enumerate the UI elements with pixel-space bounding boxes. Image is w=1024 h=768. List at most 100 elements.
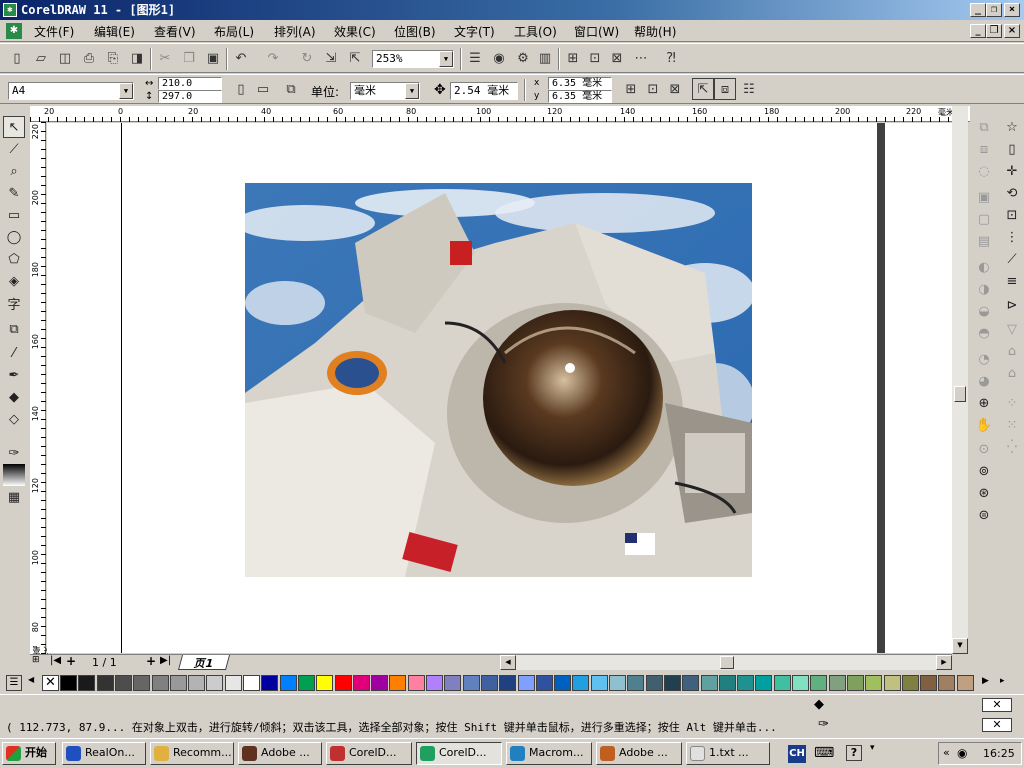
keyboard-icon[interactable]: ⌨ [814, 745, 834, 761]
fill-bucket-icon[interactable]: ◆ [814, 697, 824, 712]
color-swatch[interactable] [810, 675, 828, 691]
outline-none-indicator[interactable]: ✕ [982, 718, 1012, 732]
menu-effects[interactable]: 效果(C) [334, 23, 376, 40]
doc-close-button[interactable]: × [1004, 24, 1020, 38]
color-swatch[interactable] [279, 675, 297, 691]
color-swatch[interactable] [96, 675, 114, 691]
page-icon[interactable]: ▯ [1001, 138, 1023, 160]
mesh-fill-icon[interactable]: ▦ [3, 486, 25, 508]
color-swatch[interactable] [371, 675, 389, 691]
last-page-icon[interactable]: ▶| [160, 655, 171, 666]
snap-guides-icon[interactable]: ⊡ [584, 47, 606, 69]
text-tool-icon[interactable]: 字 [3, 292, 25, 314]
save-icon[interactable]: ◫ [54, 47, 76, 69]
menu-arrange[interactable]: 排列(A) [274, 23, 316, 40]
zoom-tool-icon[interactable]: ⌕ [3, 160, 25, 182]
fill-none-indicator[interactable]: ✕ [982, 698, 1012, 712]
print-icon[interactable]: ⎙ [78, 47, 100, 69]
palette-menu-icon[interactable]: ☰ [6, 675, 22, 691]
color-swatch[interactable] [663, 675, 681, 691]
paste-icon[interactable]: ▣ [202, 47, 224, 69]
new-icon[interactable]: ▯ [6, 47, 28, 69]
task-adobe-2[interactable]: Adobe ... [596, 742, 682, 765]
color-swatch[interactable] [316, 675, 334, 691]
units-select[interactable]: 毫米 ▼ [350, 82, 420, 100]
color-swatch[interactable] [444, 675, 462, 691]
eyedropper-icon[interactable]: ⁄ [3, 342, 25, 364]
whats-this-icon[interactable]: ⁈ [660, 47, 682, 69]
color-swatch[interactable] [224, 675, 242, 691]
rectangle-tool-icon[interactable]: ▭ [3, 204, 25, 226]
duplicate-x-field[interactable]: 6.35 毫米 [548, 77, 612, 90]
first-page-icon[interactable]: |◀ [50, 655, 61, 666]
undo-icon[interactable]: ↶ [230, 47, 252, 69]
task-notepad[interactable]: 1.txt ... [686, 742, 770, 765]
color-swatch[interactable] [206, 675, 224, 691]
color-swatch[interactable] [535, 675, 553, 691]
menu-edit[interactable]: 编辑(E) [94, 23, 135, 40]
scroll-right-arrow-icon[interactable]: ▶ [936, 655, 952, 670]
page-layout-icon[interactable]: ⧉ [280, 78, 302, 100]
pick-tool-icon[interactable]: ↖ [3, 116, 25, 138]
color-swatch[interactable] [297, 675, 315, 691]
task-coreldraw-2[interactable]: CorelD... [416, 742, 502, 765]
corel-app-icon[interactable]: ✱ [3, 3, 17, 17]
color-swatch[interactable] [133, 675, 151, 691]
menu-file[interactable]: 文件(F) [34, 23, 74, 40]
nodes-align-icon[interactable]: ⁙ [1001, 414, 1023, 436]
horizontal-ruler[interactable]: 20 0 20 40 60 80 100 120 140 160 180 200… [30, 106, 970, 122]
doc-minimize-button[interactable]: _ [970, 24, 986, 38]
options-icon[interactable]: ⚙ [512, 47, 534, 69]
menu-layout[interactable]: 布局(L) [214, 23, 254, 40]
weld-icon[interactable]: ◐ [973, 256, 995, 278]
landscape-icon[interactable]: ▭ [252, 78, 274, 100]
menu-bitmaps[interactable]: 位图(B) [394, 23, 436, 40]
barcode-icon[interactable]: ▥ [534, 47, 556, 69]
color-swatch[interactable] [151, 675, 169, 691]
snap-guides-icon[interactable]: ⊡ [642, 78, 664, 100]
color-swatch[interactable] [901, 675, 919, 691]
start-button[interactable]: 开始 [2, 742, 56, 765]
perspective-icon[interactable]: ▽ [1001, 318, 1023, 340]
color-swatch[interactable] [188, 675, 206, 691]
color-swatch[interactable] [462, 675, 480, 691]
task-adobe-1[interactable]: Adobe ... [238, 742, 322, 765]
color-swatch[interactable] [517, 675, 535, 691]
task-realone[interactable]: RealOn... [62, 742, 146, 765]
menu-text[interactable]: 文字(T) [454, 23, 495, 40]
color-swatch[interactable] [554, 675, 572, 691]
simplify-icon[interactable]: ◓ [973, 322, 995, 344]
paper-size-select[interactable]: A4 ▼ [8, 82, 134, 100]
palette-scroll-right-icon[interactable]: ▶ [982, 676, 989, 686]
color-swatch[interactable] [572, 675, 590, 691]
dynamic-guides-icon[interactable]: ⋯ [630, 47, 652, 69]
color-swatch[interactable] [261, 675, 279, 691]
doc-restore-button[interactable]: ❐ [986, 24, 1002, 38]
unlock-icon[interactable]: ⌂ [1001, 362, 1023, 384]
color-swatch[interactable] [883, 675, 901, 691]
rotate-icon[interactable]: ⟲ [1001, 182, 1023, 204]
zoom-all-icon[interactable]: ⊚ [973, 460, 995, 482]
color-swatch[interactable] [792, 675, 809, 691]
hand-tool-icon[interactable]: ✋ [973, 414, 995, 436]
color-swatch[interactable] [60, 675, 77, 691]
page-width-field[interactable]: 210.0 [158, 77, 222, 90]
color-swatch[interactable] [590, 675, 608, 691]
size-icon[interactable]: ⋮ [1001, 226, 1023, 248]
skew-icon[interactable]: ⟋ [1001, 248, 1023, 270]
color-swatch[interactable] [755, 675, 773, 691]
application-launcher-icon[interactable]: ☰ [464, 47, 486, 69]
color-swatch[interactable] [865, 675, 883, 691]
snap-objects-icon[interactable]: ⊠ [664, 78, 686, 100]
menu-window[interactable]: 窗口(W) [574, 23, 619, 40]
volume-icon[interactable]: ◉ [957, 746, 967, 760]
minimize-button[interactable]: _ [970, 3, 986, 17]
color-swatch[interactable] [609, 675, 626, 691]
export-icon[interactable]: ⇱ [344, 47, 366, 69]
portrait-icon[interactable]: ▯ [230, 78, 252, 100]
color-swatch[interactable] [480, 675, 498, 691]
ungroup-icon[interactable]: ⧈ [973, 138, 995, 160]
interactive-fill-icon[interactable]: ◇ [3, 408, 25, 430]
color-swatch[interactable] [737, 675, 755, 691]
palette-expand-icon[interactable]: ▸ [1000, 676, 1005, 686]
